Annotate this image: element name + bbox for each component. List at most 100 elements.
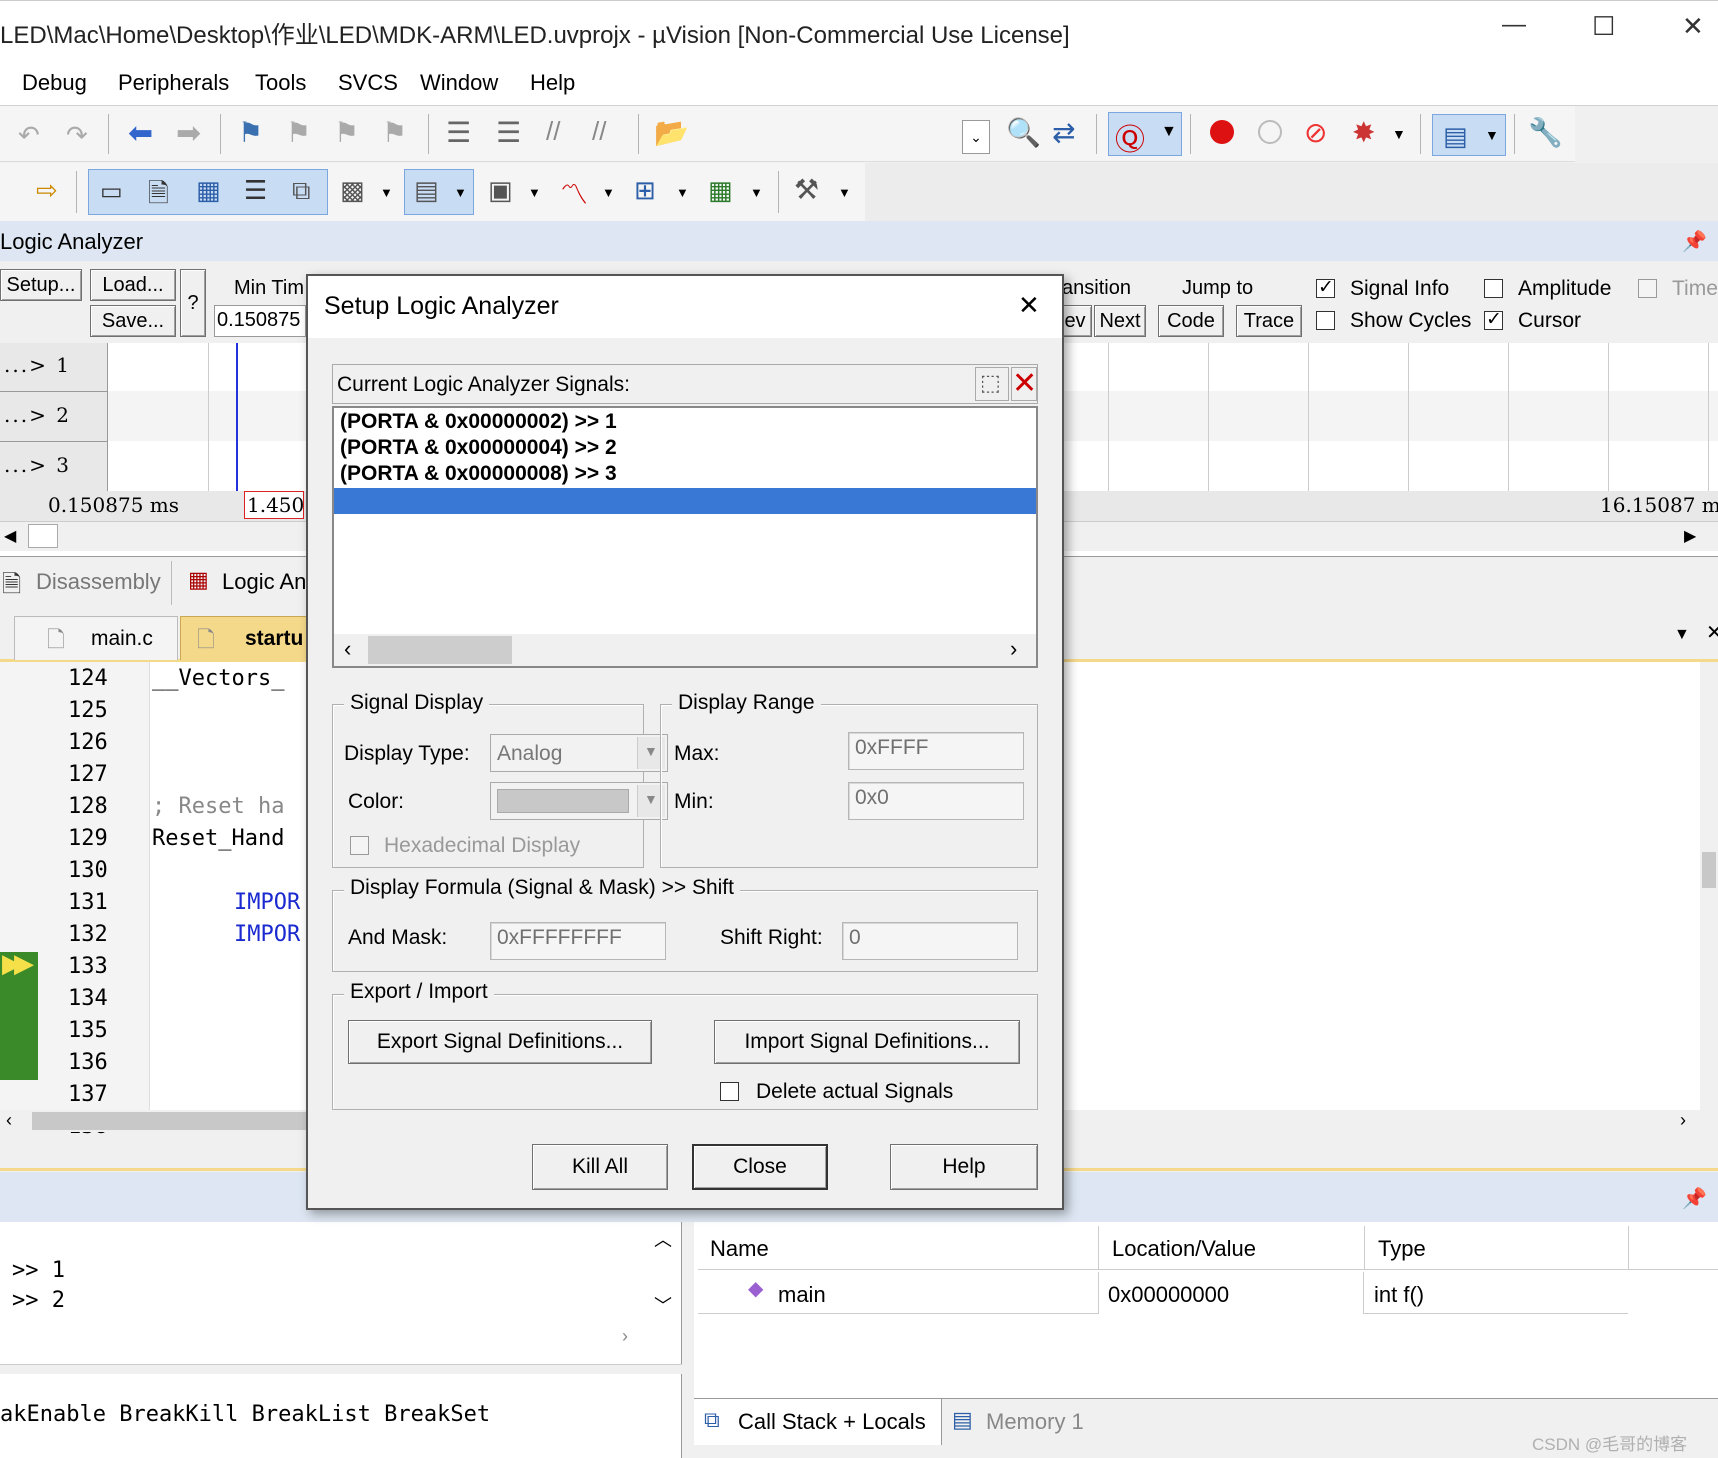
vscroll-thumb[interactable] bbox=[1702, 852, 1716, 888]
scroll-right-icon[interactable]: ▶ bbox=[1684, 526, 1696, 546]
time-checkbox[interactable] bbox=[1638, 279, 1657, 298]
disassembly-window-icon[interactable]: 🗎 bbox=[148, 175, 169, 219]
bookmark-next-icon[interactable]: ⚑ bbox=[334, 116, 359, 149]
breakpoint-kill-all-icon[interactable]: ✸ bbox=[1352, 116, 1375, 149]
menu-debug[interactable]: Debug bbox=[22, 70, 87, 96]
jump-code-button[interactable]: Code bbox=[1158, 305, 1224, 337]
scroll-up-icon[interactable]: ︿ bbox=[654, 1226, 672, 1252]
scroll-left-icon[interactable]: ◀ bbox=[4, 526, 16, 546]
find-icon[interactable]: 🔍 bbox=[1006, 116, 1041, 149]
undo-icon[interactable]: ↶ bbox=[18, 120, 40, 151]
hex-display-checkbox[interactable] bbox=[350, 836, 369, 855]
breakpoint-disable-all-icon[interactable]: ⊘ bbox=[1304, 116, 1327, 149]
delete-actual-signals-checkbox[interactable] bbox=[720, 1082, 739, 1101]
list-item[interactable]: (PORTA & 0x00000008) >> 3 bbox=[340, 462, 617, 486]
chevron-down-icon[interactable]: ▼ bbox=[750, 185, 763, 200]
tab-main-c[interactable]: 🗋 main.c bbox=[14, 616, 178, 660]
close-window-button[interactable]: ✕ bbox=[1682, 11, 1704, 42]
comment-icon[interactable]: // bbox=[546, 116, 560, 147]
display-type-select[interactable]: Analog ▼ bbox=[490, 734, 668, 772]
dialog-close-button[interactable]: ✕ bbox=[1018, 290, 1040, 321]
minimize-button[interactable]: — bbox=[1502, 11, 1526, 39]
command-window[interactable]: >> 1 >> 2 ︿ ﹀ › akEnable BreakKill Break… bbox=[0, 1222, 682, 1458]
symbols-window-icon[interactable]: ▦ bbox=[196, 175, 221, 206]
tab-startup[interactable]: 🗋 startu bbox=[180, 616, 310, 660]
analysis-window-icon[interactable]: 〽 bbox=[560, 173, 588, 213]
editor-vscrollbar[interactable] bbox=[1700, 662, 1718, 1110]
col-location-value[interactable]: Location/Value bbox=[1112, 1236, 1256, 1262]
next-transition-button[interactable]: Next bbox=[1094, 305, 1146, 337]
window-layout-button[interactable]: ▤ ▼ bbox=[1432, 114, 1506, 156]
bookmark-icon[interactable]: ⚑ bbox=[238, 116, 263, 149]
indent-icon[interactable]: ☰ bbox=[446, 116, 471, 149]
and-mask-input[interactable]: 0xFFFFFFFF bbox=[490, 922, 666, 960]
new-signal-button[interactable]: ⬚ bbox=[975, 367, 1009, 401]
configure-wrench-icon[interactable]: 🔧 bbox=[1528, 116, 1563, 149]
debug-session-button[interactable]: Ⓠ ▼ bbox=[1108, 112, 1182, 157]
signal-row[interactable]: ...> 3 bbox=[4, 453, 71, 477]
chevron-down-icon[interactable]: ▼ bbox=[380, 185, 393, 200]
signal-row[interactable]: ...> 1 bbox=[4, 353, 71, 377]
run-to-cursor-icon[interactable]: ⇨ bbox=[36, 175, 58, 206]
scroll-right-icon[interactable]: › bbox=[1680, 1110, 1686, 1131]
shift-right-input[interactable]: 0 bbox=[842, 922, 1018, 960]
save-button[interactable]: Save... bbox=[90, 305, 176, 337]
command-window-icon[interactable]: ▭ bbox=[100, 177, 123, 206]
setup-button[interactable]: Setup... bbox=[0, 269, 82, 301]
incremental-find-icon[interactable]: ⇄ bbox=[1052, 116, 1075, 149]
max-input[interactable]: 0xFFFF bbox=[848, 732, 1024, 770]
delete-signal-button[interactable]: ✕ bbox=[1011, 367, 1037, 401]
tab-list-dropdown-icon[interactable]: ▼ bbox=[1674, 626, 1690, 644]
listbox-hscrollbar[interactable]: ‹ › bbox=[334, 634, 1036, 666]
maximize-button[interactable]: ☐ bbox=[1592, 11, 1615, 42]
table-row[interactable]: ◆ main 0x00000000 int f() bbox=[698, 1272, 1628, 1314]
list-item-selected[interactable] bbox=[334, 488, 1036, 514]
menu-window[interactable]: Window bbox=[420, 70, 498, 96]
nav-forward-icon[interactable]: ➡ bbox=[176, 116, 201, 151]
tab-disassembly[interactable]: 🗎 Disassembly bbox=[0, 561, 172, 605]
min-input[interactable]: 0x0 bbox=[848, 782, 1024, 820]
call-stack-locals-window[interactable]: Name Location/Value Type ◆ main 0x000000… bbox=[694, 1222, 1718, 1458]
serial-window-icon[interactable]: ▣ bbox=[488, 175, 513, 206]
tab-memory-1[interactable]: ▤ Memory 1 bbox=[950, 1399, 1110, 1445]
watch-window-icon[interactable]: ▩ bbox=[340, 175, 365, 206]
call-stack-window-icon[interactable]: ⧉ bbox=[292, 175, 311, 207]
menu-help[interactable]: Help bbox=[530, 70, 575, 96]
amplitude-checkbox[interactable] bbox=[1484, 279, 1503, 298]
help-button[interactable]: Help bbox=[890, 1144, 1038, 1190]
chevron-down-icon[interactable]: ▼ bbox=[528, 185, 541, 200]
tab-logic-analyzer[interactable]: ▦ Logic An bbox=[180, 561, 310, 605]
uncomment-icon[interactable]: // bbox=[592, 116, 606, 147]
signal-row[interactable]: ...> 2 bbox=[4, 403, 71, 427]
target-select-dropdown[interactable]: ⌄ bbox=[962, 120, 990, 154]
load-button[interactable]: Load... bbox=[90, 269, 176, 301]
signal-info-checkbox[interactable] bbox=[1316, 276, 1335, 299]
scroll-right-icon[interactable]: › bbox=[622, 1326, 628, 1347]
chevron-down-icon[interactable]: ▼ bbox=[1392, 126, 1406, 142]
breakpoint-insert-icon[interactable] bbox=[1210, 120, 1234, 144]
menu-tools[interactable]: Tools bbox=[255, 70, 306, 96]
close-editor-icon[interactable]: ✕ bbox=[1706, 620, 1718, 645]
bookmark-prev-icon[interactable]: ⚑ bbox=[286, 116, 311, 149]
redo-icon[interactable]: ↷ bbox=[66, 120, 88, 151]
list-item[interactable]: (PORTA & 0x00000004) >> 2 bbox=[340, 436, 617, 460]
chevron-down-icon[interactable]: ▼ bbox=[602, 185, 615, 200]
menu-svcs[interactable]: SVCS bbox=[338, 70, 398, 96]
nav-back-icon[interactable]: ⬅ bbox=[128, 116, 153, 151]
trace-window-icon[interactable]: ⊞ bbox=[634, 175, 656, 206]
scroll-down-icon[interactable]: ﹀ bbox=[654, 1292, 672, 1318]
tab-call-stack-locals[interactable]: ⧉ Call Stack + Locals bbox=[694, 1399, 942, 1445]
export-definitions-button[interactable]: Export Signal Definitions... bbox=[348, 1020, 652, 1064]
signals-listbox[interactable]: (PORTA & 0x00000002) >> 1 (PORTA & 0x000… bbox=[332, 406, 1038, 668]
find-in-files-icon[interactable]: 📂 bbox=[654, 116, 689, 149]
col-name[interactable]: Name bbox=[710, 1236, 769, 1262]
pin-icon[interactable]: 📌 bbox=[1682, 1186, 1707, 1211]
hscroll-thumb[interactable] bbox=[368, 636, 512, 664]
scroll-right-icon[interactable]: › bbox=[1010, 636, 1017, 662]
unindent-icon[interactable]: ☰ bbox=[496, 116, 521, 149]
toolbox-icon[interactable]: ⚒ bbox=[794, 173, 819, 206]
scroll-thumb[interactable] bbox=[28, 524, 58, 548]
breakpoint-enable-icon[interactable] bbox=[1258, 120, 1282, 144]
scroll-left-icon[interactable]: ‹ bbox=[6, 1110, 12, 1131]
pin-icon[interactable]: 📌 bbox=[1682, 229, 1707, 254]
